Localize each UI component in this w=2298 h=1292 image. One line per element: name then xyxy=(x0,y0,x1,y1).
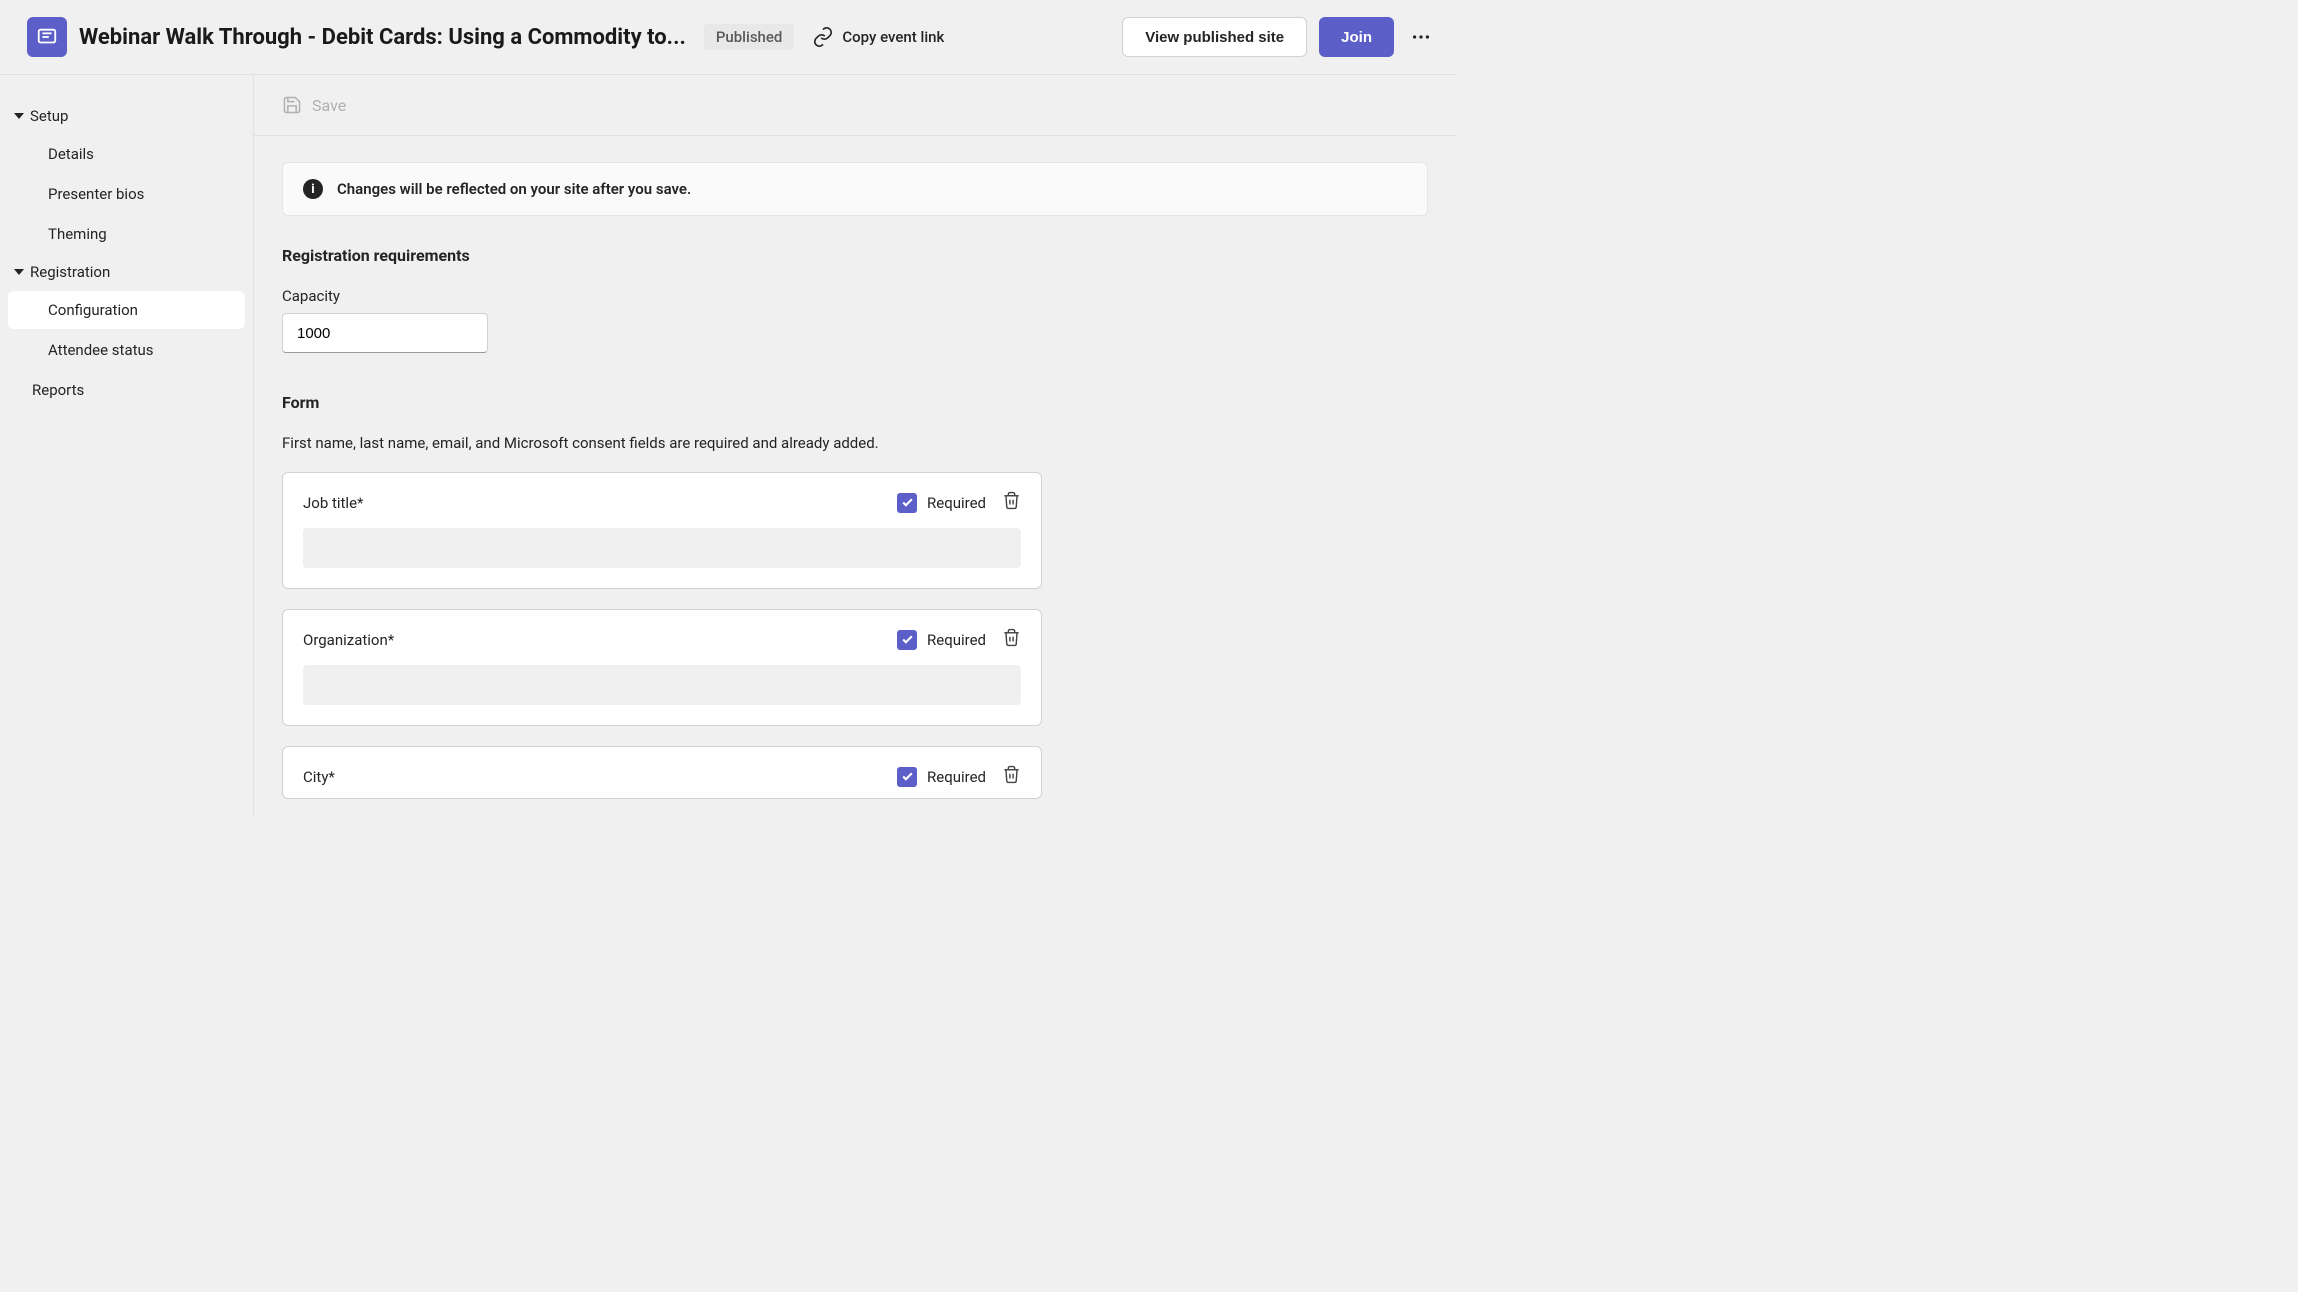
info-icon: i xyxy=(303,179,323,199)
nav-group-setup[interactable]: Setup xyxy=(8,99,245,133)
nav-item-configuration[interactable]: Configuration xyxy=(8,291,245,329)
header: Webinar Walk Through - Debit Cards: Usin… xyxy=(0,0,1456,75)
form-description: First name, last name, email, and Micros… xyxy=(282,434,1428,452)
required-label: Required xyxy=(927,631,986,649)
nav-item-attendee-status[interactable]: Attendee status xyxy=(8,331,245,369)
view-published-site-button[interactable]: View published site xyxy=(1122,17,1307,57)
check-icon xyxy=(901,496,914,509)
main-content: Save i Changes will be reflected on your… xyxy=(254,75,1456,818)
trash-icon xyxy=(1002,491,1021,510)
capacity-input[interactable] xyxy=(282,313,488,353)
nav-group-registration[interactable]: Registration xyxy=(8,255,245,289)
delete-field-button[interactable] xyxy=(1002,765,1021,788)
form-field-label: City* xyxy=(303,768,897,786)
caret-down-icon xyxy=(14,269,24,275)
capacity-label: Capacity xyxy=(282,287,1428,305)
form-field-card: Organization* Required xyxy=(282,609,1042,726)
section-title-registration-requirements: Registration requirements xyxy=(282,246,1428,265)
section-title-form: Form xyxy=(282,393,1428,412)
trash-icon xyxy=(1002,765,1021,784)
save-button[interactable]: Save xyxy=(312,96,346,115)
page-title: Webinar Walk Through - Debit Cards: Usin… xyxy=(79,25,686,50)
info-banner: i Changes will be reflected on your site… xyxy=(282,162,1428,216)
nav-item-details[interactable]: Details xyxy=(8,135,245,173)
trash-icon xyxy=(1002,628,1021,647)
join-button[interactable]: Join xyxy=(1319,17,1394,57)
delete-field-button[interactable] xyxy=(1002,491,1021,514)
delete-field-button[interactable] xyxy=(1002,628,1021,651)
copy-event-link[interactable]: Copy event link xyxy=(812,26,944,48)
required-label: Required xyxy=(927,768,986,786)
save-bar: Save xyxy=(254,75,1456,136)
nav-group-label: Setup xyxy=(30,107,68,125)
form-input-preview xyxy=(303,665,1021,705)
form-field-card: City* Required xyxy=(282,746,1042,799)
form-field-label: Job title* xyxy=(303,494,897,512)
form-field-label: Organization* xyxy=(303,631,897,649)
more-options-button[interactable] xyxy=(1406,26,1436,48)
nav-item-reports[interactable]: Reports xyxy=(8,371,245,409)
caret-down-icon xyxy=(14,113,24,119)
info-text: Changes will be reflected on your site a… xyxy=(337,180,691,198)
save-icon xyxy=(282,95,302,115)
webinar-app-icon xyxy=(27,17,67,57)
required-checkbox[interactable] xyxy=(897,767,917,787)
nav-item-presenter-bios[interactable]: Presenter bios xyxy=(8,175,245,213)
nav-group-label: Registration xyxy=(30,263,110,281)
check-icon xyxy=(901,770,914,783)
form-field-card: Job title* Required xyxy=(282,472,1042,589)
more-horizontal-icon xyxy=(1410,26,1432,48)
link-icon xyxy=(812,26,834,48)
copy-link-label: Copy event link xyxy=(842,28,944,46)
check-icon xyxy=(901,633,914,646)
form-input-preview xyxy=(303,528,1021,568)
required-checkbox[interactable] xyxy=(897,630,917,650)
sidebar: Setup Details Presenter bios Theming Reg… xyxy=(0,75,254,818)
nav-item-theming[interactable]: Theming xyxy=(8,215,245,253)
required-checkbox[interactable] xyxy=(897,493,917,513)
status-badge: Published xyxy=(704,24,795,50)
required-label: Required xyxy=(927,494,986,512)
